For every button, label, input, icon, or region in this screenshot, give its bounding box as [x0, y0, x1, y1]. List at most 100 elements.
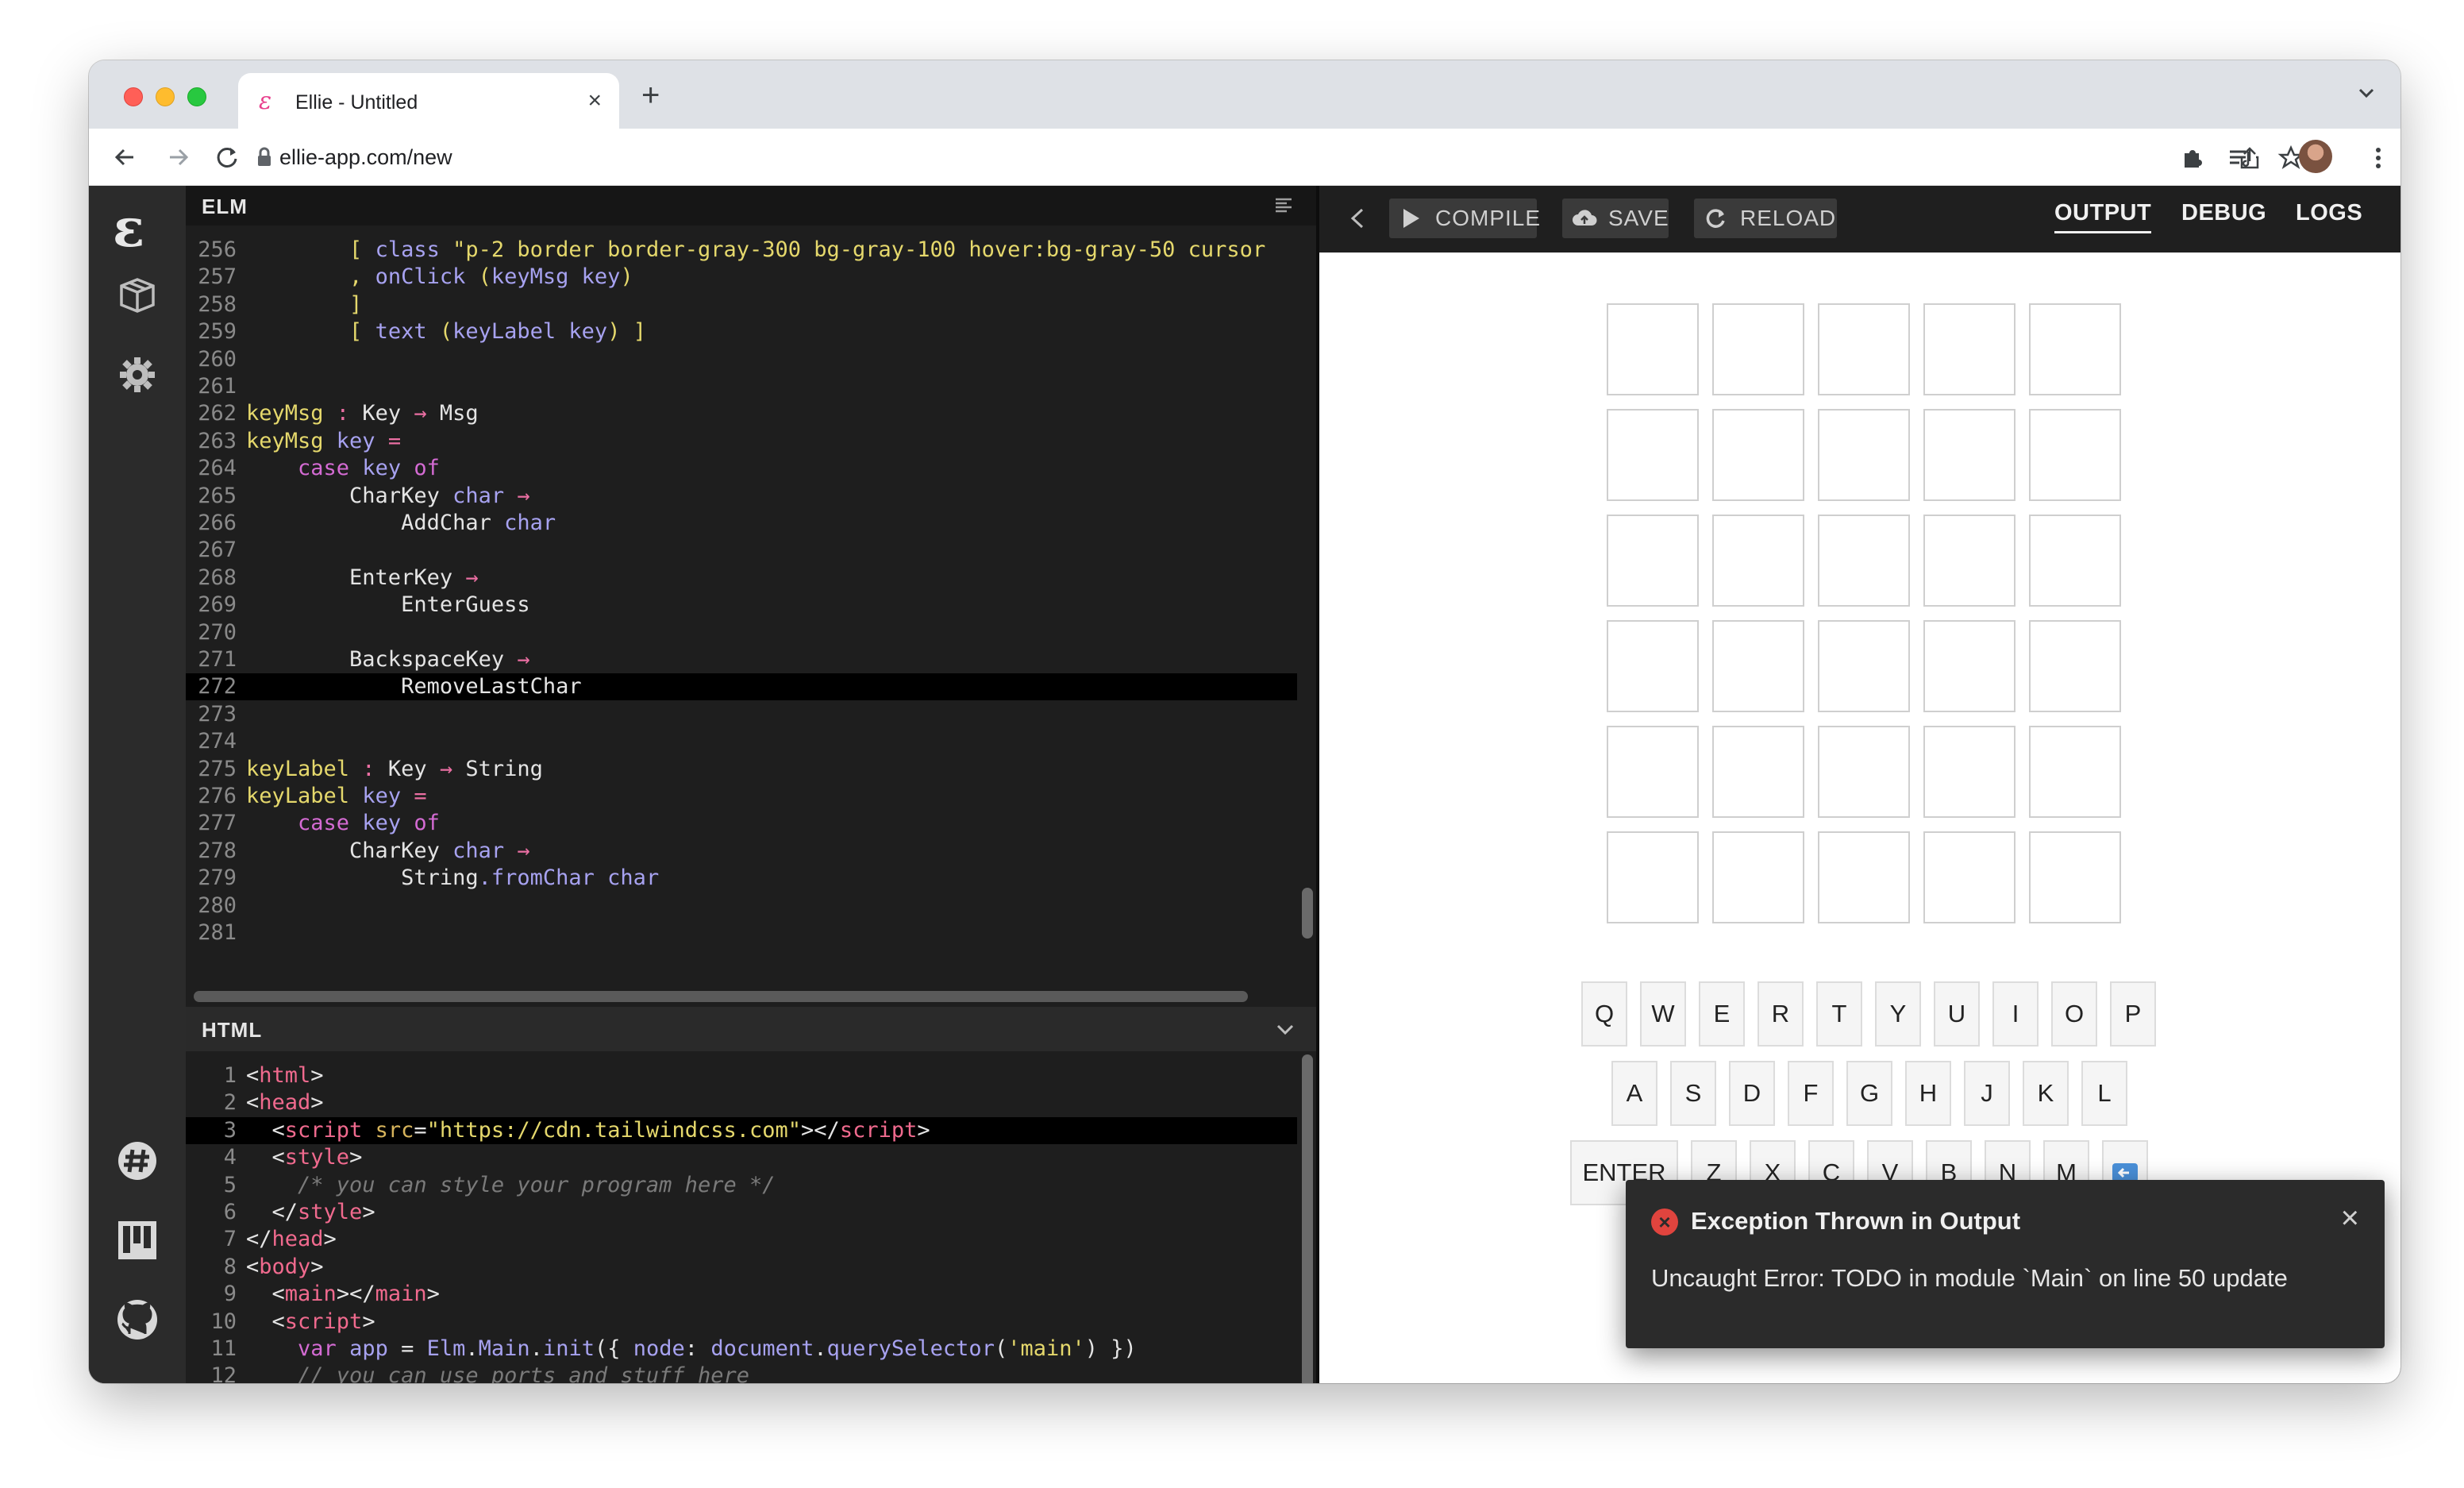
code-line[interactable]: 280 [186, 892, 1297, 919]
kanban-board-icon[interactable] [115, 1218, 160, 1262]
code-line[interactable]: 268 EnterKey → [186, 565, 1297, 592]
tab-output[interactable]: OUTPUT [2054, 200, 2152, 233]
toast-close-icon[interactable]: × [2341, 1202, 2359, 1234]
code-line[interactable]: 267 [186, 537, 1297, 564]
compile-button[interactable]: COMPILE [1389, 199, 1540, 238]
grid-cell [1818, 515, 1910, 607]
line-text: ] [349, 291, 363, 317]
tab-logs[interactable]: LOGS [2296, 200, 2362, 226]
package-box-icon[interactable] [115, 273, 160, 318]
key-g[interactable]: G [1846, 1061, 1892, 1126]
github-icon[interactable] [115, 1297, 160, 1342]
code-line[interactable]: 9 <main></main> [186, 1281, 1297, 1308]
html-vertical-scrollbar[interactable] [1302, 1054, 1313, 1383]
key-e[interactable]: E [1699, 981, 1745, 1047]
code-line[interactable]: 277 case key of [186, 810, 1297, 837]
code-line[interactable]: 2 <head> [186, 1089, 1297, 1116]
key-a[interactable]: A [1611, 1061, 1657, 1126]
code-line[interactable]: 4 <style> [186, 1144, 1297, 1171]
key-u[interactable]: U [1934, 981, 1980, 1047]
new-tab-icon[interactable]: + [641, 79, 660, 111]
code-line[interactable]: 274 [186, 728, 1297, 755]
code-line[interactable]: 260 [186, 346, 1297, 373]
key-d[interactable]: D [1729, 1061, 1775, 1126]
code-line[interactable]: 7 </head> [186, 1226, 1297, 1253]
code-line[interactable]: 275 keyLabel : Key → String [186, 756, 1297, 783]
code-line[interactable]: 272 RemoveLastChar [186, 673, 1297, 701]
reload-icon[interactable] [211, 141, 243, 173]
code-line[interactable]: 8 <body> [186, 1254, 1297, 1281]
browser-tab[interactable]: ɛ Ellie - Untitled × [238, 73, 619, 129]
key-p[interactable]: P [2110, 981, 2156, 1047]
code-line[interactable]: 263 keyMsg key = [186, 428, 1297, 455]
format-code-icon[interactable] [1273, 195, 1294, 216]
forward-arrow-icon[interactable] [162, 141, 194, 173]
key-r[interactable]: R [1758, 981, 1804, 1047]
key-o[interactable]: O [2051, 981, 2097, 1047]
key-l[interactable]: L [2081, 1061, 2127, 1126]
collapse-left-chevron-icon[interactable] [1348, 206, 1367, 230]
close-window-button[interactable] [124, 87, 143, 106]
maximize-window-button[interactable] [187, 87, 206, 106]
code-line[interactable]: 264 case key of [186, 455, 1297, 482]
settings-gear-icon[interactable] [115, 353, 160, 397]
slack-hash-icon[interactable] [115, 1139, 160, 1183]
key-t[interactable]: T [1816, 981, 1862, 1047]
code-line[interactable]: 279 String.fromChar char [186, 865, 1297, 892]
html-code-editor[interactable]: 1 <html> 2 <head> 3 <script src="https://cdn… [186, 1051, 1316, 1383]
key-i[interactable]: I [1992, 981, 2039, 1047]
elm-horizontal-scrollbar[interactable] [194, 991, 1248, 1002]
key-h[interactable]: H [1905, 1061, 1951, 1126]
code-line[interactable]: 269 EnterGuess [186, 592, 1297, 619]
code-line[interactable]: 256 [ class "p-2 border border-gray-300 … [186, 237, 1297, 264]
grid-cell [1923, 409, 2015, 501]
reload-button[interactable]: RELOAD [1694, 199, 1837, 238]
code-line[interactable]: 3 <script src="https://cdn.tailwindcss.c… [186, 1116, 1297, 1144]
extensions-puzzle-icon[interactable] [2177, 142, 2208, 174]
key-f[interactable]: F [1788, 1061, 1834, 1126]
back-arrow-icon[interactable] [110, 141, 141, 173]
minimize-window-button[interactable] [156, 87, 175, 106]
line-text: [ class "p-2 border border-gray-300 bg-g… [349, 237, 1266, 262]
code-line[interactable]: 273 [186, 701, 1297, 728]
lock-icon[interactable] [256, 146, 273, 168]
chevron-down-icon[interactable] [2356, 83, 2377, 103]
key-k[interactable]: K [2023, 1061, 2069, 1126]
key-j[interactable]: J [1964, 1061, 2010, 1126]
tab-close-icon[interactable]: × [587, 87, 602, 114]
elm-code-editor[interactable]: 256 [ class "p-2 border border-gray-300 … [186, 226, 1316, 1056]
code-line[interactable]: 11 var app = Elm.Main.init({ node: docum… [186, 1336, 1297, 1363]
code-line[interactable]: 259 [ text (keyLabel key) ] [186, 318, 1297, 345]
code-line[interactable]: 10 <script> [186, 1309, 1297, 1336]
code-line[interactable]: 276 keyLabel key = [186, 783, 1297, 810]
code-line[interactable]: 271 BackspaceKey → [186, 646, 1297, 673]
tab-debug[interactable]: DEBUG [2181, 200, 2266, 226]
code-line[interactable]: 262 keyMsg : Key → Msg [186, 400, 1297, 427]
address-bar[interactable]: ellie-app.com/new [279, 145, 452, 170]
code-line[interactable]: 266 AddChar char [186, 510, 1297, 537]
code-line[interactable]: 265 CharKey char → [186, 483, 1297, 510]
key-w[interactable]: W [1640, 981, 1686, 1047]
key-y[interactable]: Y [1875, 981, 1921, 1047]
reading-list-icon[interactable] [2224, 142, 2256, 174]
ellie-logo-icon[interactable]: ɛ [113, 202, 144, 254]
code-line[interactable]: 257 , onClick (keyMsg key) [186, 264, 1297, 291]
code-line[interactable]: 278 CharKey char → [186, 838, 1297, 865]
profile-avatar[interactable] [2299, 140, 2332, 173]
line-number: 265 [198, 483, 237, 508]
code-line[interactable]: 12 // you can use ports and stuff here [186, 1363, 1297, 1383]
code-line[interactable]: 270 [186, 619, 1297, 646]
save-button[interactable]: SAVE [1562, 199, 1669, 238]
more-menu-icon[interactable] [2362, 142, 2394, 174]
code-line[interactable]: 261 [186, 373, 1297, 400]
code-line[interactable]: 258 ] [186, 291, 1297, 318]
collapse-chevron-down-icon[interactable] [1275, 1020, 1296, 1040]
code-line[interactable]: 1 <html> [186, 1062, 1297, 1089]
code-line[interactable]: 6 </style> [186, 1199, 1297, 1226]
elm-vertical-scrollbar[interactable] [1302, 888, 1313, 939]
line-text: , onClick (keyMsg key) [349, 264, 633, 290]
code-line[interactable]: 281 [186, 919, 1297, 946]
code-line[interactable]: 5 /* you can style your program here */ [186, 1172, 1297, 1199]
key-s[interactable]: S [1670, 1061, 1716, 1126]
key-q[interactable]: Q [1581, 981, 1627, 1047]
